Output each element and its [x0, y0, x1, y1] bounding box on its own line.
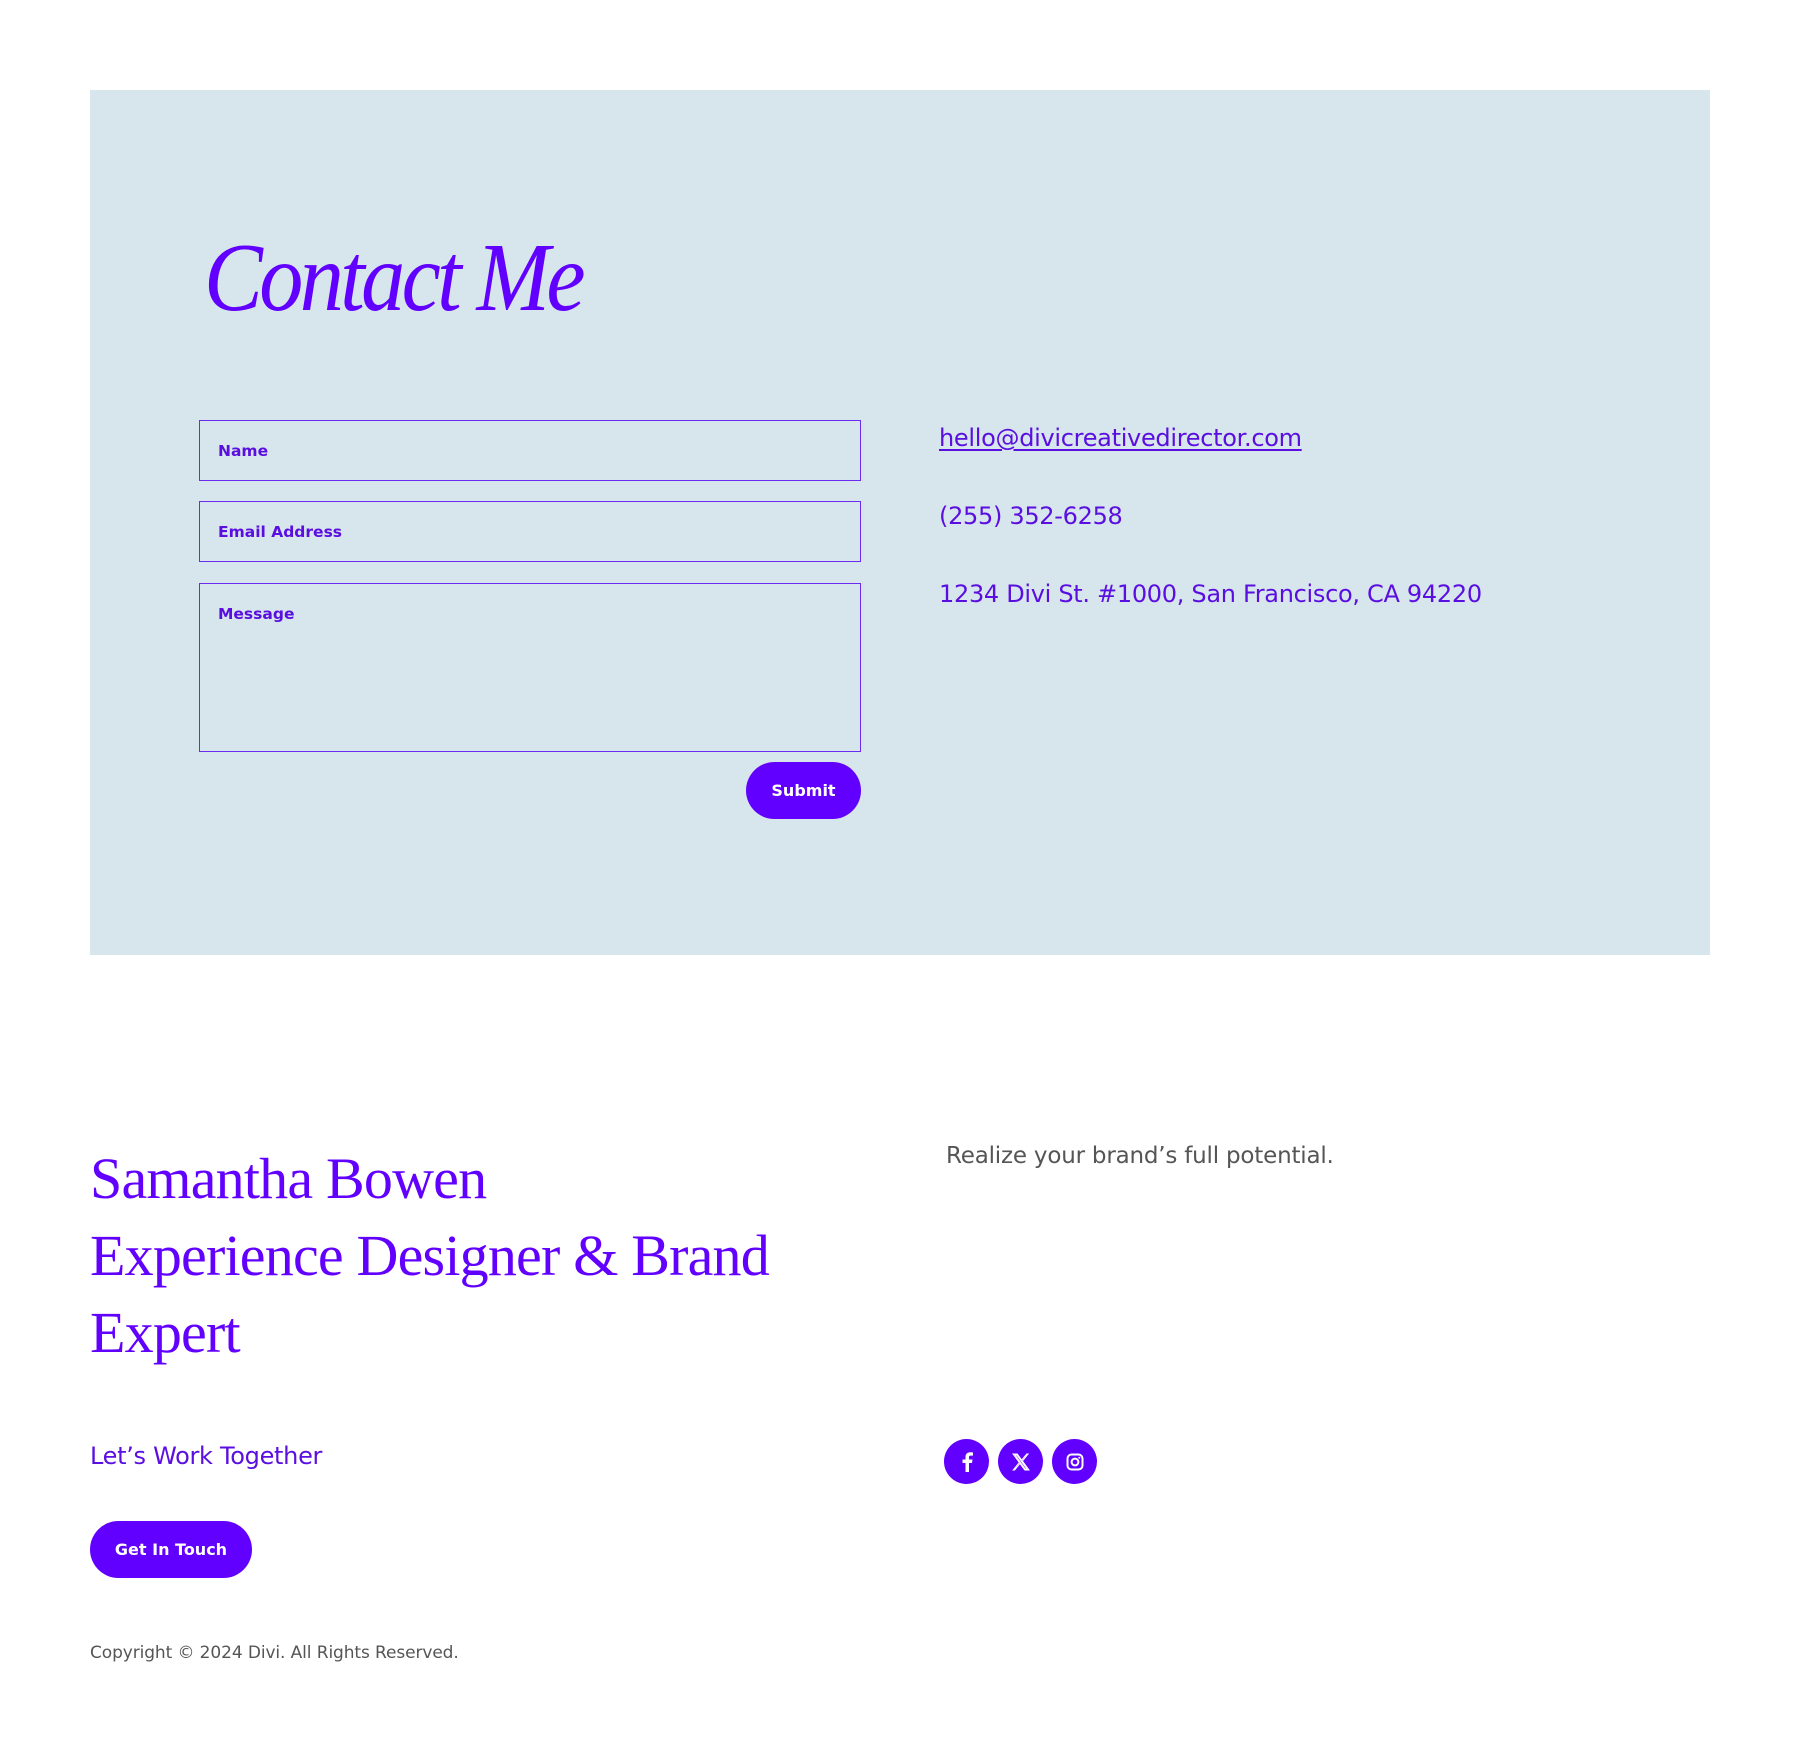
- cta-text: Let’s Work Together: [90, 1442, 323, 1470]
- footer-heading-line: Samantha Bowen: [90, 1146, 487, 1211]
- footer-heading: Samantha Bowen Experience Designer & Bra…: [90, 1140, 810, 1371]
- social-links: [944, 1439, 1097, 1484]
- get-in-touch-button[interactable]: Get In Touch: [90, 1521, 252, 1578]
- contact-address: 1234 Divi St. #1000, San Francisco, CA 9…: [939, 580, 1482, 608]
- submit-button[interactable]: Submit: [746, 762, 861, 819]
- footer-tagline: Realize your brand’s full potential.: [946, 1143, 1334, 1169]
- contact-title: Contact Me: [204, 224, 586, 332]
- footer-heading-line: Experience Designer & Brand: [90, 1223, 770, 1288]
- contact-phone: (255) 352-6258: [939, 502, 1123, 530]
- facebook-link[interactable]: [944, 1439, 989, 1484]
- x-twitter-link[interactable]: [998, 1439, 1043, 1484]
- facebook-icon: [962, 1451, 973, 1472]
- message-field[interactable]: [199, 583, 861, 752]
- name-field[interactable]: [199, 420, 861, 481]
- email-field[interactable]: [199, 501, 861, 562]
- copyright-text: Copyright © 2024 Divi. All Rights Reserv…: [90, 1643, 459, 1663]
- x-twitter-icon: [1011, 1453, 1030, 1470]
- instagram-link[interactable]: [1052, 1439, 1097, 1484]
- contact-email-link[interactable]: hello@divicreativedirector.com: [939, 424, 1302, 452]
- footer-heading-line: Expert: [90, 1300, 241, 1365]
- instagram-icon: [1066, 1453, 1083, 1470]
